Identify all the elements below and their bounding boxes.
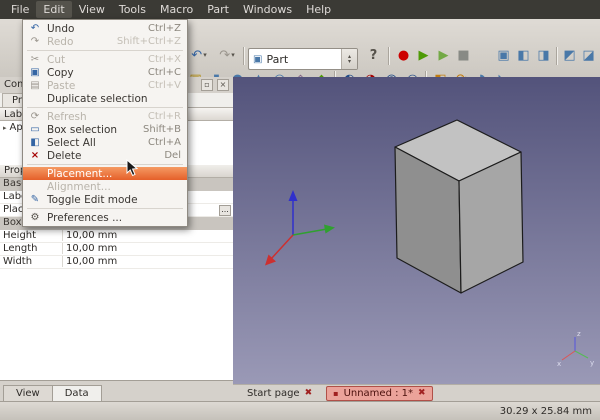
float-panel-icon[interactable]: ▫ bbox=[201, 79, 213, 91]
axis-triad: x y z bbox=[557, 330, 594, 368]
toolbar-separator bbox=[388, 47, 389, 65]
macro-debug-icon[interactable]: ▶ bbox=[434, 46, 453, 65]
menu-view[interactable]: View bbox=[72, 1, 112, 18]
property-row-width[interactable]: Width 10,00 mm bbox=[0, 256, 233, 269]
top-view-icon[interactable]: ◨ bbox=[534, 46, 553, 65]
document-icon: ▪ bbox=[333, 389, 338, 398]
menu-item-duplicate-selection[interactable]: Duplicate selection bbox=[23, 92, 187, 105]
whatsthis-icon[interactable]: ? bbox=[364, 46, 383, 65]
tab-unnamed-document[interactable]: ▪ Unnamed : 1* ✖ bbox=[326, 386, 432, 401]
toolbar-separator bbox=[556, 47, 557, 65]
cube[interactable] bbox=[395, 120, 523, 293]
menu-help[interactable]: Help bbox=[299, 1, 338, 18]
menu-item-box-selection[interactable]: ▭ Box selection Shift+B bbox=[23, 123, 187, 136]
panel-tab-bar: View Data bbox=[0, 380, 233, 401]
macro-record-icon[interactable]: ● bbox=[394, 46, 413, 65]
menu-separator bbox=[27, 50, 183, 51]
gear-icon: ⚙ bbox=[27, 212, 43, 223]
close-tab-icon[interactable]: ✖ bbox=[305, 388, 313, 398]
refresh-icon: ⟳ bbox=[27, 111, 43, 122]
3d-scene: x y z bbox=[233, 77, 600, 384]
statusbar: 30.29 x 25.84 mm bbox=[0, 401, 600, 420]
macro-play-icon[interactable]: ▶ bbox=[414, 46, 433, 65]
menu-item-redo[interactable]: ↷ Redo Shift+Ctrl+Z bbox=[23, 35, 187, 48]
menu-item-delete[interactable]: × Delete Del bbox=[23, 149, 187, 162]
menu-item-paste[interactable]: ▤ Paste Ctrl+V bbox=[23, 79, 187, 92]
redo-dropdown-icon[interactable]: ▾ bbox=[231, 46, 235, 65]
close-tab-icon[interactable]: ✖ bbox=[418, 388, 426, 398]
workbench-value: Part bbox=[266, 53, 288, 66]
delete-icon: × bbox=[27, 150, 43, 161]
menu-item-cut[interactable]: ✂ Cut Ctrl+X bbox=[23, 53, 187, 66]
workbench-icon: ▣ bbox=[253, 54, 262, 65]
menu-edit[interactable]: Edit bbox=[36, 1, 71, 18]
draw-style-icon[interactable]: ◪ bbox=[579, 46, 598, 65]
macro-stop-icon[interactable]: ■ bbox=[454, 46, 473, 65]
property-grid-empty bbox=[0, 269, 233, 380]
tab-view[interactable]: View bbox=[3, 385, 53, 401]
property-row-height[interactable]: Height 10,00 mm bbox=[0, 230, 233, 243]
menubar: File Edit View Tools Macro Part Windows … bbox=[0, 0, 600, 19]
undo-icon: ↶ bbox=[27, 23, 43, 34]
svg-text:z: z bbox=[577, 330, 581, 338]
menu-macro[interactable]: Macro bbox=[153, 1, 200, 18]
menu-item-alignment[interactable]: Alignment... bbox=[23, 180, 187, 193]
box-selection-icon: ▭ bbox=[27, 124, 43, 135]
undo-icon[interactable]: ↶▾ bbox=[186, 46, 212, 65]
menu-part[interactable]: Part bbox=[200, 1, 236, 18]
menu-item-refresh[interactable]: ⟳ Refresh Ctrl+R bbox=[23, 110, 187, 123]
pencil-icon: ✎ bbox=[27, 194, 43, 205]
edit-menu: ↶ Undo Ctrl+Z ↷ Redo Shift+Ctrl+Z ✂ Cut … bbox=[22, 19, 188, 227]
undo-dropdown-icon[interactable]: ▾ bbox=[203, 46, 207, 65]
copy-icon: ▣ bbox=[27, 67, 43, 78]
front-view-icon[interactable]: ◧ bbox=[514, 46, 533, 65]
document-tab-bar: Start page ✖ ▪ Unnamed : 1* ✖ bbox=[233, 384, 600, 401]
svg-text:x: x bbox=[557, 360, 561, 368]
toolbar-separator bbox=[243, 47, 244, 65]
dimension-readout: 30.29 x 25.84 mm bbox=[500, 406, 592, 417]
menu-separator bbox=[27, 107, 183, 108]
axonometric-view-icon[interactable]: ▣ bbox=[494, 46, 513, 65]
mouse-cursor bbox=[126, 159, 138, 177]
origin-axes bbox=[265, 190, 335, 266]
placement-edit-button[interactable]: ... bbox=[219, 205, 231, 216]
right-view-icon[interactable]: ◩ bbox=[560, 46, 579, 65]
menu-file[interactable]: File bbox=[4, 1, 36, 18]
redo-icon[interactable]: ↷▾ bbox=[214, 46, 240, 65]
close-panel-icon[interactable]: × bbox=[217, 79, 229, 91]
tab-start-page[interactable]: Start page ✖ bbox=[241, 387, 318, 400]
select-all-icon: ◧ bbox=[27, 137, 43, 148]
scissors-icon: ✂ bbox=[27, 54, 43, 65]
menu-item-select-all[interactable]: ◧ Select All Ctrl+A bbox=[23, 136, 187, 149]
expander-icon[interactable]: ▸ bbox=[3, 124, 7, 132]
svg-text:y: y bbox=[590, 359, 594, 367]
menu-separator bbox=[27, 208, 183, 209]
menu-item-placement[interactable]: Placement... bbox=[23, 167, 187, 180]
workbench-spinner[interactable]: ▴ ▾ bbox=[341, 49, 357, 69]
tab-data[interactable]: Data bbox=[52, 385, 102, 401]
menu-windows[interactable]: Windows bbox=[236, 1, 299, 18]
redo-icon: ↷ bbox=[27, 36, 43, 47]
workbench-selector[interactable]: ▣ Part ▴ ▾ bbox=[248, 48, 358, 70]
3d-viewport[interactable]: x y z bbox=[233, 77, 600, 384]
menu-item-copy[interactable]: ▣ Copy Ctrl+C bbox=[23, 66, 187, 79]
menu-item-toggle-edit-mode[interactable]: ✎ Toggle Edit mode bbox=[23, 193, 187, 206]
menu-separator bbox=[27, 164, 183, 165]
property-row-length[interactable]: Length 10,00 mm bbox=[0, 243, 233, 256]
menu-item-preferences[interactable]: ⚙ Preferences ... bbox=[23, 211, 187, 224]
menu-item-undo[interactable]: ↶ Undo Ctrl+Z bbox=[23, 22, 187, 35]
menu-tools[interactable]: Tools bbox=[112, 1, 153, 18]
paste-icon: ▤ bbox=[27, 80, 43, 91]
